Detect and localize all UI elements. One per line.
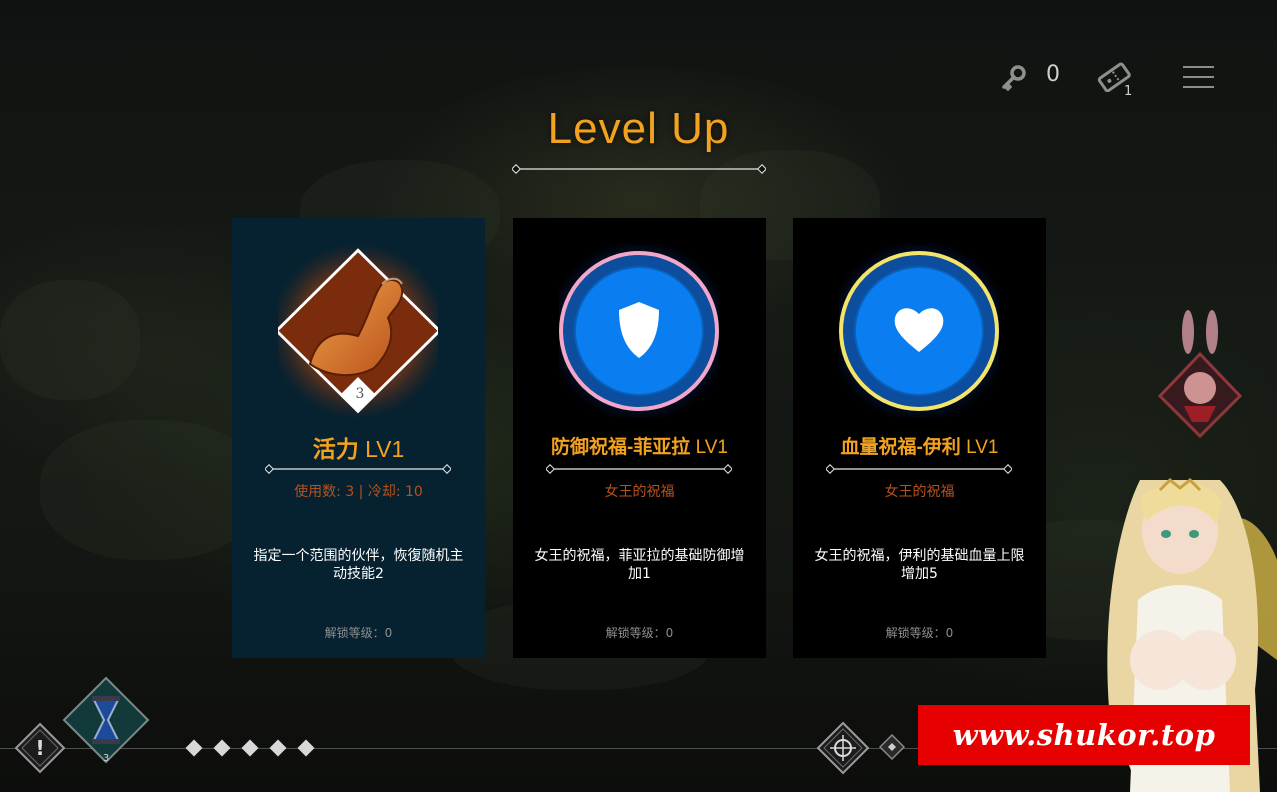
map-marker-icon [878, 733, 906, 761]
hourglass-badge: 3 [102, 753, 110, 764]
unlock-level: 解锁等级：0 [324, 626, 393, 640]
skill-name: 防御祝福-菲亚拉 LV1 [513, 432, 766, 459]
skill-card-hp-blessing[interactable]: 血量祝福-伊利 LV1 女王的祝福 女王的祝福，伊利的基础血量上限增加5 解锁等… [793, 218, 1046, 658]
skill-subtitle: 女王的祝福 [884, 484, 955, 500]
skill-name-text: 血量祝福-伊利 [840, 437, 961, 458]
skill-level: LV1 [365, 436, 405, 462]
skill-card-vitality[interactable]: 3 活力 LV1 使用数: 3 | 冷却: 10 指定一个范围的伙伴，恢復随机主… [232, 218, 485, 658]
skill-description: 女王的祝福，伊利的基础血量上限增加5 [814, 548, 1025, 582]
hourglass-icon[interactable] [62, 676, 150, 764]
skill-description: 指定一个范围的伙伴，恢復随机主动技能2 [253, 548, 464, 582]
skill-name: 活力 LV1 [232, 430, 485, 464]
skill-uses-badge: 3 [355, 386, 365, 402]
menu-line [1183, 66, 1214, 68]
target-button[interactable] [816, 721, 870, 775]
skill-name-text: 防御祝福-菲亚拉 [550, 437, 691, 458]
svg-text:!: ! [35, 736, 44, 760]
card-divider [265, 464, 451, 474]
bunny-girl-portrait[interactable] [1158, 310, 1242, 440]
unlock-level: 解锁等级：0 [605, 626, 674, 640]
skill-level: LV1 [695, 437, 728, 458]
skill-card-defense-blessing[interactable]: 防御祝福-菲亚拉 LV1 女王的祝福 女王的祝福，菲亚拉的基础防御增加1 解锁等… [513, 218, 766, 658]
unlock-level: 解锁等级：0 [885, 626, 954, 640]
skill-level: LV1 [966, 437, 999, 458]
page-title: Level Up [547, 104, 730, 153]
alert-button[interactable]: ! [14, 722, 66, 774]
menu-line [1183, 76, 1214, 78]
menu-button[interactable] [1183, 66, 1214, 88]
card-divider [546, 464, 732, 474]
heart-icon [839, 244, 999, 418]
menu-line [1183, 86, 1214, 88]
skill-name: 血量祝福-伊利 LV1 [793, 432, 1046, 459]
key-count: 0 [1046, 62, 1060, 87]
card-divider [826, 464, 1012, 474]
title-divider [512, 164, 766, 174]
watermark-banner: www.shukor.top [918, 705, 1250, 765]
skill-subtitle: 女王的祝福 [604, 484, 675, 500]
stage-progress [185, 739, 315, 757]
skill-name-text: 活力 [312, 436, 359, 462]
ticket-count: 1 [1124, 84, 1133, 99]
key-icon [1002, 65, 1026, 91]
shield-icon [559, 244, 719, 418]
skill-description: 女王的祝福，菲亚拉的基础防御增加1 [534, 548, 745, 582]
skill-subtitle: 使用数: 3 | 冷却: 10 [294, 484, 423, 500]
